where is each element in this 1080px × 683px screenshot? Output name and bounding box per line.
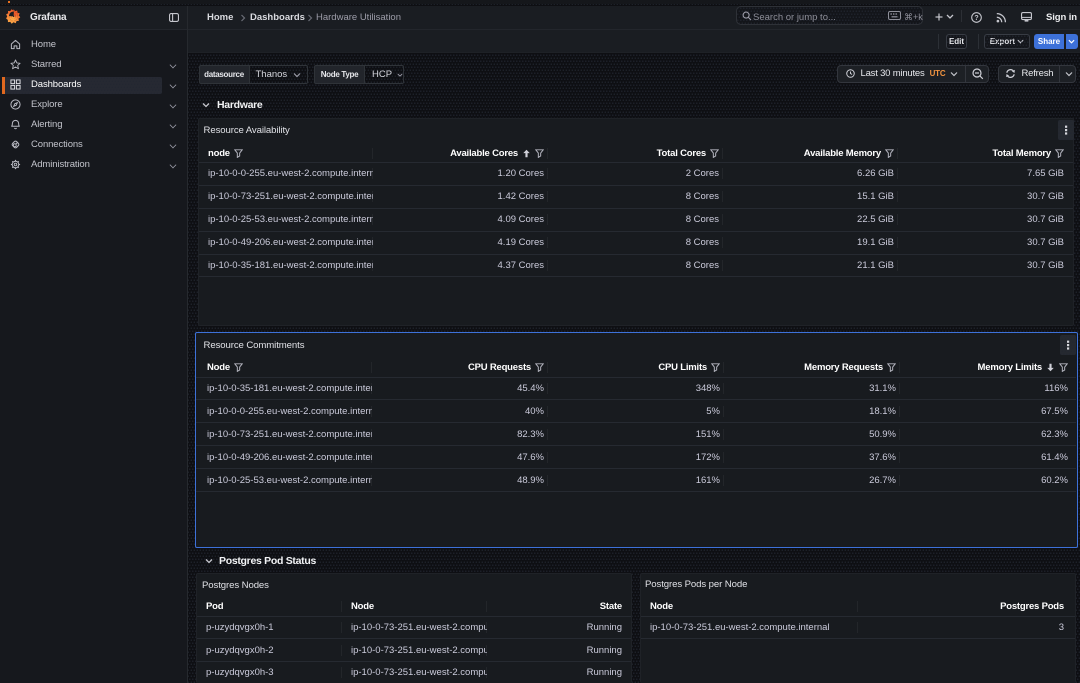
svg-text:?: ? — [974, 15, 978, 22]
